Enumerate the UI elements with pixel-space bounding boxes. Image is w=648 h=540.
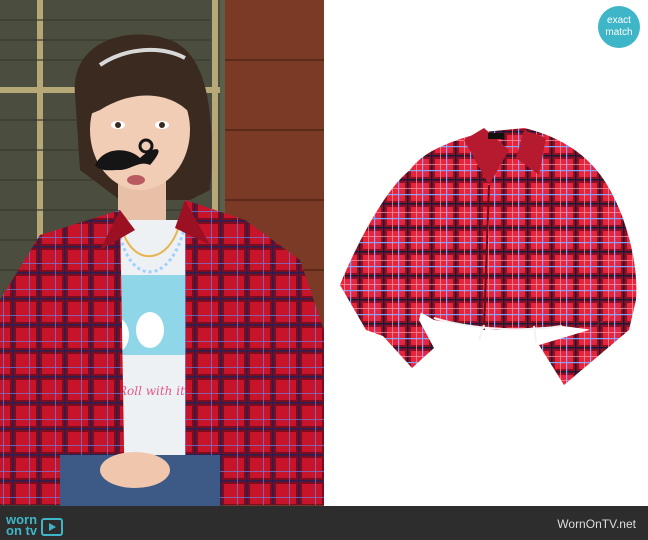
footer-bar: worn on tv WornOnTV.net: [0, 506, 648, 540]
tv-icon: [41, 518, 64, 536]
exact-match-line2: match: [605, 27, 633, 38]
logo-word-on-tv: on tv: [6, 523, 38, 538]
product-photo: [324, 0, 648, 506]
exact-match-line1: exact: [607, 15, 631, 26]
site-credit: WornOnTV.net: [557, 517, 636, 531]
worn-on-tv-logo[interactable]: worn on tv: [6, 512, 64, 538]
exact-match-badge: exact match: [598, 6, 640, 48]
svg-text:Roll with it: Roll with it: [117, 384, 185, 398]
episode-still-photo: Roll with it: [0, 0, 324, 506]
cropped-plaid-shirt-illustration: [340, 128, 637, 385]
episode-still-illustration: Roll with it: [0, 0, 324, 506]
